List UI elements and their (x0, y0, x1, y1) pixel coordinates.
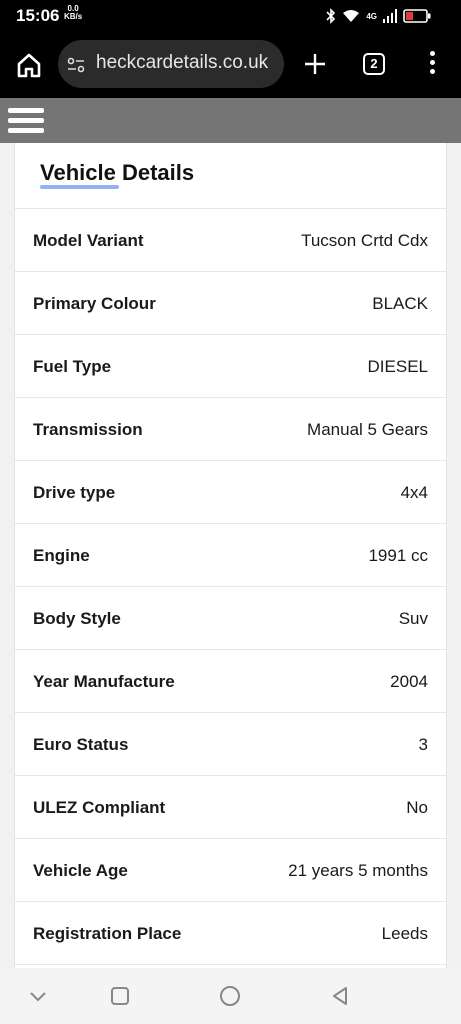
site-settings-icon[interactable] (66, 55, 86, 75)
row-label: Model Variant (33, 231, 144, 250)
vehicle-details-card: Vehicle Details Model Variant Tucson Crtd… (14, 143, 447, 968)
details-table: Model Variant Tucson Crtd Cdx Primary Colo… (15, 208, 446, 968)
table-row: Registration Place Leeds (15, 901, 446, 964)
row-label: Transmission (33, 420, 143, 439)
table-row: Fuel Type DIESEL (15, 334, 446, 397)
site-header (0, 98, 461, 143)
status-icons: 4G (326, 8, 431, 24)
row-label: Euro Status (33, 735, 129, 754)
row-value: 4x4 (400, 483, 428, 502)
table-row: Drive type 4x4 (15, 460, 446, 523)
network-speed: 0.0 KB/s (64, 5, 82, 21)
status-time: 15:06 (16, 6, 60, 25)
row-label: Engine (33, 546, 90, 565)
hamburger-menu-icon[interactable] (8, 108, 44, 134)
row-value: DIESEL (367, 357, 428, 376)
row-label: Vehicle Age (33, 861, 128, 880)
more-options-icon[interactable] (426, 51, 438, 77)
network-type: 4G (366, 11, 377, 21)
row-value: Suv (398, 609, 428, 628)
signal-icon (383, 9, 397, 23)
tab-switcher-button[interactable]: 2 (363, 53, 385, 75)
recent-apps-icon[interactable] (108, 984, 132, 1008)
row-value: No (406, 798, 428, 817)
row-value: 3 (418, 735, 428, 754)
row-value: Tucson Crtd Cdx (301, 231, 428, 250)
row-label: Fuel Type (33, 357, 112, 376)
table-row: Model Variant Tucson Crtd Cdx (15, 208, 446, 271)
back-icon[interactable] (328, 984, 352, 1008)
title-underline (40, 185, 119, 189)
table-row: Year Manufacture 2004 (15, 649, 446, 712)
row-label: Body Style (33, 609, 121, 628)
battery-icon (403, 9, 431, 23)
card-title: Vehicle Details (40, 160, 195, 185)
row-value: 21 years 5 months (288, 861, 428, 880)
home-circle-icon[interactable] (218, 984, 242, 1008)
row-value: Leeds (381, 924, 428, 943)
status-bar: 15:06 0.0 KB/s 4G (0, 0, 461, 34)
row-value: 2004 (390, 672, 428, 691)
table-row: Primary Colour BLACK (15, 271, 446, 334)
table-row: ULEZ Compliant No (15, 775, 446, 838)
row-value: BLACK (372, 294, 428, 313)
table-row: Body Style Suv (15, 586, 446, 649)
bluetooth-icon (326, 8, 336, 24)
row-label: Year Manufacture (33, 672, 175, 691)
system-navigation-bar (0, 968, 461, 1024)
table-row: Transmission Manual 5 Gears (15, 397, 446, 460)
browser-toolbar: heckcardetails.co.uk 2 (0, 34, 461, 98)
row-label: ULEZ Compliant (33, 798, 166, 817)
home-icon[interactable] (14, 50, 44, 80)
row-label: Primary Colour (33, 294, 156, 313)
new-tab-icon[interactable] (303, 50, 327, 78)
row-value: Manual 5 Gears (307, 420, 428, 439)
chevron-down-icon[interactable] (26, 984, 50, 1008)
table-row: Engine 1991 cc (15, 523, 446, 586)
table-row: Euro Status 3 (15, 712, 446, 775)
wifi-icon (343, 10, 360, 22)
row-label: Drive type (33, 483, 116, 502)
row-label: Registration Place (33, 924, 182, 943)
table-row: Vehicle Age 21 years 5 months (15, 838, 446, 901)
network-speed-unit: KB/s (64, 12, 83, 21)
address-bar[interactable]: heckcardetails.co.uk (58, 40, 284, 88)
row-value: 1991 cc (368, 546, 428, 565)
url-text[interactable]: heckcardetails.co.uk (96, 52, 268, 74)
